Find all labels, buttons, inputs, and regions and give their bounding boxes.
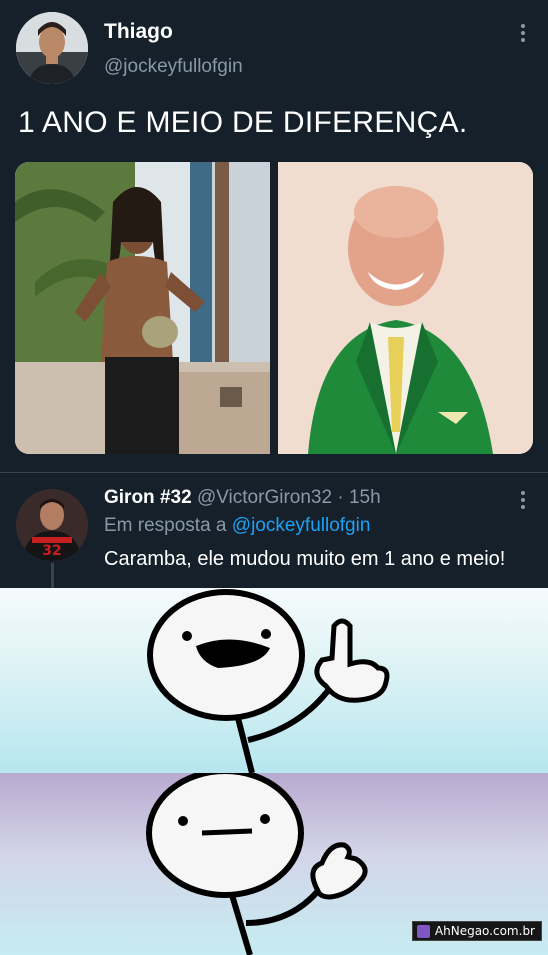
reply-prefix: Em resposta a	[104, 515, 227, 536]
svg-text:32: 32	[42, 543, 61, 559]
reply-user-name[interactable]: Giron #32	[104, 487, 192, 508]
tweet: Thiago @jockeyfullofgin 1 ANO E MEIO DE …	[0, 0, 548, 470]
reply-separator: ·	[337, 487, 344, 508]
reply-avatar[interactable]: 32	[16, 489, 88, 561]
reply-text: Caramba, ele mudou muito em 1 ano e meio…	[104, 548, 506, 570]
watermark: AhNegao.com.br	[411, 921, 542, 941]
meme-panel-excited	[0, 588, 548, 774]
reply-context: Em resposta a @jockeyfullofgin	[104, 515, 370, 537]
avatar[interactable]	[16, 12, 88, 84]
user-handle[interactable]: @jockeyfullofgin	[104, 56, 243, 78]
more-options-icon[interactable]	[516, 491, 530, 511]
watermark-text: AhNegao.com.br	[434, 924, 535, 938]
reply-avatar-image: 32	[16, 489, 88, 561]
user-name[interactable]: Thiago	[104, 20, 173, 44]
thread-line	[51, 563, 54, 588]
photo-young-man[interactable]	[15, 162, 270, 454]
tweet-text: 1 ANO E MEIO DE DIFERENÇA.	[18, 106, 468, 139]
more-options-icon[interactable]	[516, 24, 530, 44]
reply-mention-link[interactable]: @jockeyfullofgin	[232, 515, 371, 536]
avatar-image	[16, 12, 88, 84]
stickman-excited	[147, 589, 390, 774]
meme-image: AhNegao.com.br	[0, 588, 548, 955]
reply-user-handle[interactable]: @VictorGiron32	[197, 487, 332, 508]
tweet-media[interactable]	[15, 162, 533, 454]
watermark-logo-icon	[416, 925, 430, 938]
reply-header: Giron #32 @VictorGiron32 · 15h	[104, 487, 381, 509]
reply-timestamp[interactable]: 15h	[349, 487, 381, 508]
reply-tweet: 32 Giron #32 @VictorGiron32 · 15h Em res…	[0, 473, 548, 588]
photo-older-man[interactable]	[278, 162, 533, 454]
